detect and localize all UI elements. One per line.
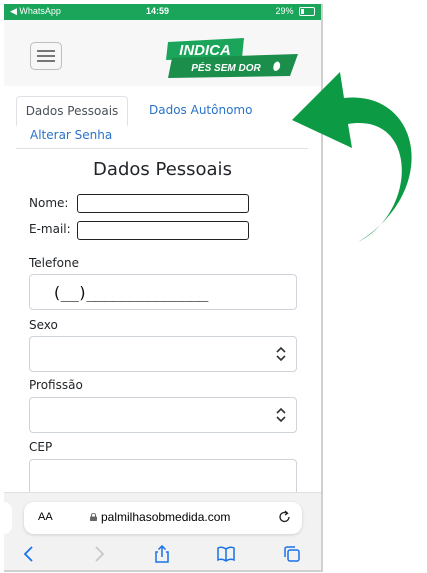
hamburger-menu-button[interactable]: [30, 42, 62, 70]
telefone-label: Telefone: [29, 256, 79, 270]
nome-input[interactable]: [77, 194, 249, 213]
tabs-icon[interactable]: [282, 545, 302, 563]
email-input[interactable]: [77, 221, 249, 240]
tab-alterar-senha[interactable]: Alterar Senha: [30, 126, 112, 144]
profile-tabs: Dados Pessoais Dados Autônomo Alterar Se…: [16, 96, 308, 148]
back-icon[interactable]: [20, 545, 40, 563]
profissao-select[interactable]: [29, 397, 297, 433]
tabs-divider: [16, 148, 308, 149]
tab-dados-autonomo[interactable]: Dados Autônomo: [149, 96, 252, 124]
telefone-value: (__)______________: [52, 283, 208, 302]
logo-line2: PÉS SEM DOR: [191, 61, 261, 74]
sexo-label: Sexo: [29, 318, 58, 332]
share-icon[interactable]: [152, 545, 172, 563]
back-to-app-label[interactable]: ◀ WhatsApp: [10, 6, 61, 17]
telefone-input[interactable]: (__)______________: [29, 274, 297, 310]
previous-tab-edge[interactable]: [4, 502, 12, 534]
indica-logo[interactable]: INDICA PÉS SEM DOR: [158, 38, 298, 78]
chevron-updown-icon: [276, 346, 286, 362]
bookmarks-icon[interactable]: [216, 545, 236, 563]
lock-icon: [90, 513, 97, 521]
address-bar[interactable]: AA palmilhasobmedida.com: [24, 502, 302, 534]
nome-label: Nome:: [29, 196, 69, 210]
chevron-updown-icon: [276, 407, 286, 423]
status-bar: ◀ WhatsApp 14:59 29%: [4, 4, 321, 20]
browser-toolbar: AA palmilhasobmedida.com: [4, 492, 321, 570]
cep-label: CEP: [29, 440, 53, 454]
battery-indicator: 29%: [275, 6, 315, 17]
status-time: 14:59: [146, 6, 170, 16]
phone-screen: ◀ WhatsApp 14:59 29% INDICA PÉS SEM DOR …: [4, 4, 323, 572]
reload-icon[interactable]: [278, 509, 292, 525]
battery-percent: 29%: [275, 6, 294, 16]
site-header: INDICA PÉS SEM DOR: [4, 20, 321, 86]
reader-aa-button[interactable]: AA: [38, 511, 53, 523]
logo-line1: INDICA: [179, 42, 231, 59]
battery-icon: [299, 7, 315, 17]
forward-icon[interactable]: [88, 545, 108, 563]
email-label: E-mail:: [29, 222, 71, 236]
url-text: palmilhasobmedida.com: [101, 510, 231, 524]
sexo-select[interactable]: [29, 336, 297, 372]
profissao-label: Profissão: [29, 378, 83, 392]
section-title: Dados Pessoais: [93, 159, 232, 180]
tab-dados-pessoais[interactable]: Dados Pessoais: [16, 96, 128, 126]
curved-arrow-annotation: [292, 72, 412, 242]
